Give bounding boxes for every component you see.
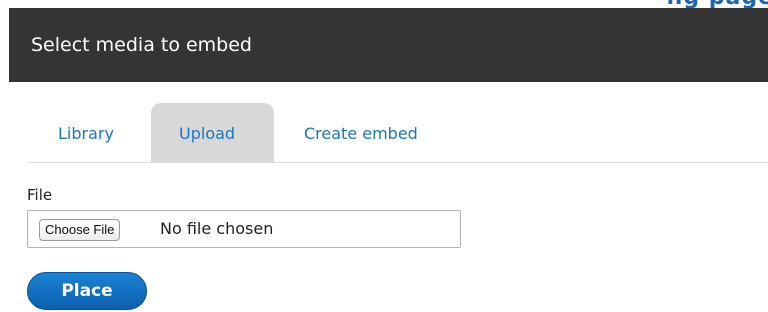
file-input[interactable]: Choose File No file chosen [27, 210, 461, 248]
file-field-label: File [27, 186, 53, 204]
tabs-divider [27, 162, 768, 163]
tab-create-embed-label: Create embed [304, 124, 418, 143]
tab-create-embed[interactable]: Create embed [283, 103, 463, 163]
place-button[interactable]: Place [27, 272, 147, 310]
choose-file-button[interactable]: Choose File [39, 219, 121, 241]
tab-library[interactable]: Library [27, 103, 147, 163]
background-heading-fragment: ng page [667, 0, 768, 8]
file-status-text: No file chosen [160, 219, 274, 238]
media-source-tabs: Library Upload Create embed [27, 103, 768, 163]
tab-library-label: Library [58, 124, 114, 143]
dialog-title: Select media to embed [31, 34, 252, 56]
background-page-fragment: ng page [0, 0, 768, 8]
tab-upload[interactable]: Upload [151, 103, 274, 163]
dialog-title-bar: Select media to embed [9, 8, 768, 82]
tab-upload-label: Upload [179, 124, 236, 143]
